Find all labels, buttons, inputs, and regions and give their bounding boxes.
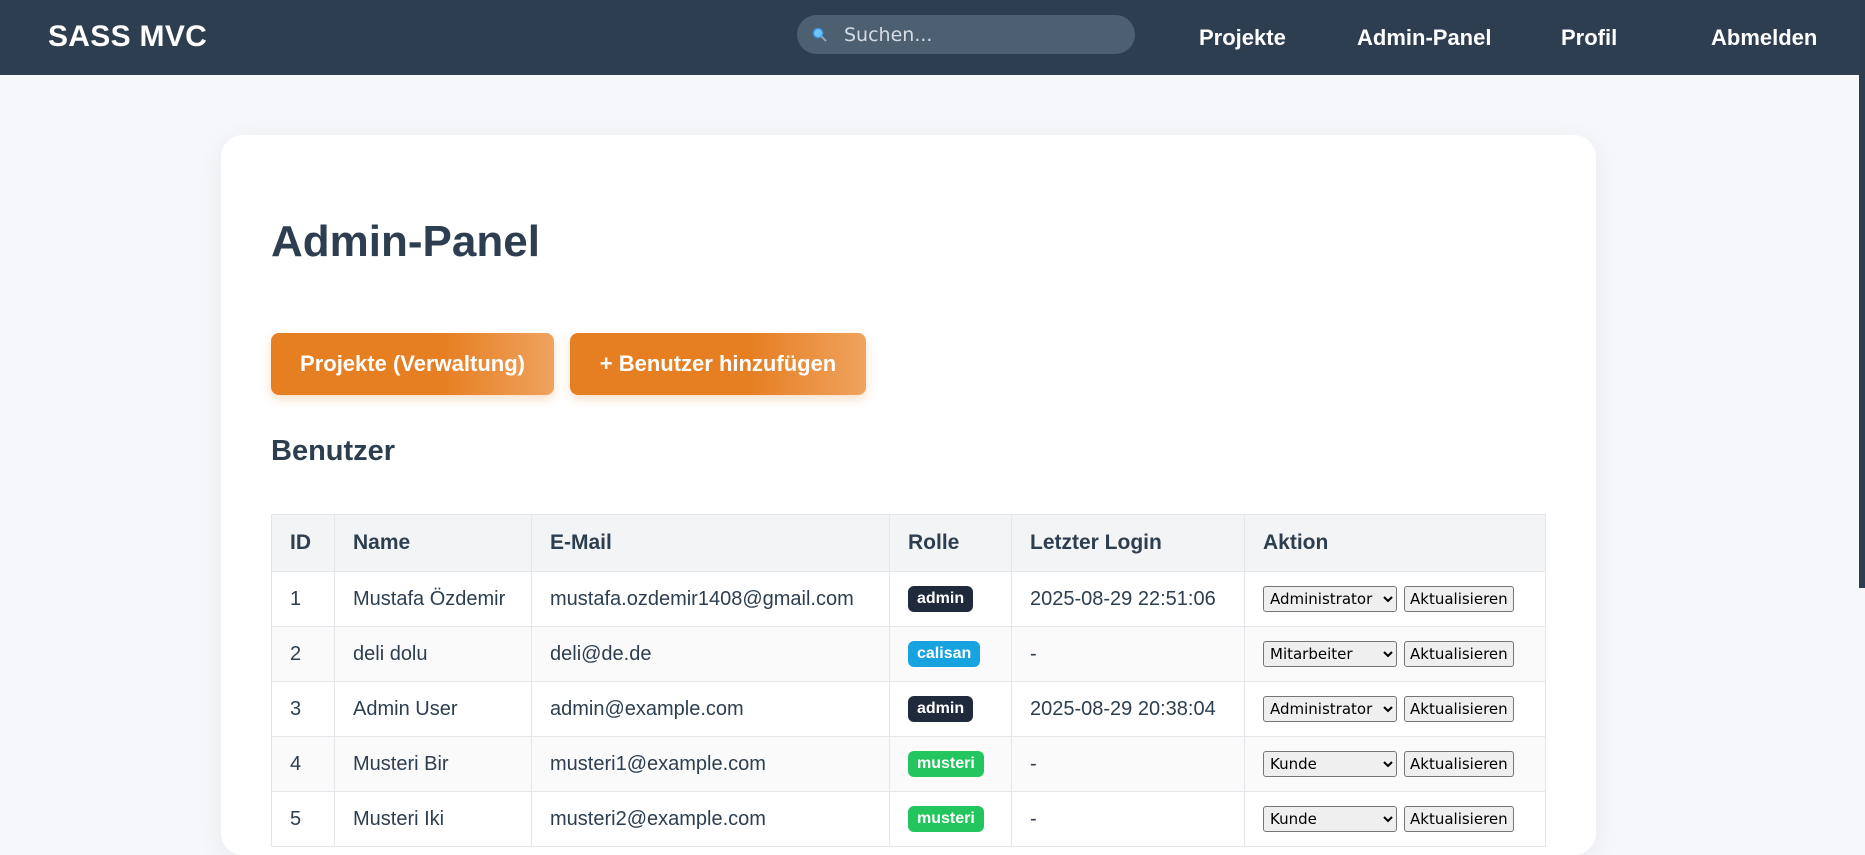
role-select[interactable]: Kunde bbox=[1263, 751, 1397, 777]
header-action: Aktion bbox=[1244, 514, 1546, 572]
header-last-login: Letzter Login bbox=[1011, 514, 1245, 572]
nav-link-logout[interactable]: Abmelden bbox=[1711, 25, 1817, 51]
add-user-button[interactable]: + Benutzer hinzufügen bbox=[570, 333, 866, 395]
update-button[interactable]: Aktualisieren bbox=[1404, 696, 1514, 722]
role-select[interactable]: Kunde bbox=[1263, 806, 1397, 832]
cell-action: Administrator Aktualisieren bbox=[1244, 571, 1546, 627]
update-button[interactable]: Aktualisieren bbox=[1404, 586, 1514, 612]
top-navbar: SASS MVC Projekte Admin-Panel Profil Abm… bbox=[0, 0, 1865, 75]
cell-role: musteri bbox=[889, 736, 1012, 792]
header-role: Rolle bbox=[889, 514, 1012, 572]
admin-card: Admin-Panel Projekte (Verwaltung) + Benu… bbox=[221, 135, 1596, 855]
cell-role: admin bbox=[889, 681, 1012, 737]
nav-link-profile[interactable]: Profil bbox=[1561, 25, 1617, 51]
page-title: Admin-Panel bbox=[271, 217, 540, 266]
cell-email: mustafa.ozdemir1408@gmail.com bbox=[531, 571, 890, 627]
nav-link-admin-panel[interactable]: Admin-Panel bbox=[1357, 25, 1491, 51]
table-row: 3 Admin User admin@example.com admin 202… bbox=[271, 681, 1546, 737]
nav-link-projects[interactable]: Projekte bbox=[1199, 25, 1286, 51]
table-row: 4 Musteri Bir musteri1@example.com muste… bbox=[271, 736, 1546, 792]
scrollbar[interactable] bbox=[1859, 0, 1865, 588]
cell-id: 2 bbox=[271, 626, 335, 682]
role-select[interactable]: Administrator bbox=[1263, 696, 1397, 722]
cell-role: calisan bbox=[889, 626, 1012, 682]
cell-action: Kunde Aktualisieren bbox=[1244, 736, 1546, 792]
cell-role: musteri bbox=[889, 791, 1012, 847]
cell-name: Musteri Iki bbox=[334, 791, 532, 847]
cell-name: deli dolu bbox=[334, 626, 532, 682]
header-id: ID bbox=[271, 514, 335, 572]
search-icon bbox=[812, 27, 827, 42]
table-header-row: ID Name E-Mail Rolle Letzter Login Aktio… bbox=[271, 514, 1546, 572]
cell-email: admin@example.com bbox=[531, 681, 890, 737]
role-select[interactable]: Administrator bbox=[1263, 586, 1397, 612]
table-row: 1 Mustafa Özdemir mustafa.ozdemir1408@gm… bbox=[271, 571, 1546, 627]
cell-email: musteri2@example.com bbox=[531, 791, 890, 847]
projects-management-button[interactable]: Projekte (Verwaltung) bbox=[271, 333, 554, 395]
table-row: 5 Musteri Iki musteri2@example.com muste… bbox=[271, 791, 1546, 847]
update-button[interactable]: Aktualisieren bbox=[1404, 806, 1514, 832]
cell-id: 5 bbox=[271, 791, 335, 847]
users-section-title: Benutzer bbox=[271, 435, 396, 467]
role-badge: calisan bbox=[908, 641, 981, 667]
cell-last-login: - bbox=[1011, 736, 1245, 792]
cell-name: Admin User bbox=[334, 681, 532, 737]
brand-logo[interactable]: SASS MVC bbox=[48, 20, 207, 54]
cell-id: 4 bbox=[271, 736, 335, 792]
users-table: ID Name E-Mail Rolle Letzter Login Aktio… bbox=[271, 514, 1546, 847]
cell-name: Musteri Bir bbox=[334, 736, 532, 792]
cell-id: 1 bbox=[271, 571, 335, 627]
update-button[interactable]: Aktualisieren bbox=[1404, 751, 1514, 777]
cell-last-login: 2025-08-29 22:51:06 bbox=[1011, 571, 1245, 627]
cell-action: Administrator Aktualisieren bbox=[1244, 681, 1546, 737]
cell-last-login: - bbox=[1011, 791, 1245, 847]
cell-last-login: - bbox=[1011, 626, 1245, 682]
header-name: Name bbox=[334, 514, 532, 572]
role-badge: admin bbox=[908, 696, 974, 722]
role-badge: musteri bbox=[908, 806, 984, 832]
cell-id: 3 bbox=[271, 681, 335, 737]
cell-action: Mitarbeiter Aktualisieren bbox=[1244, 626, 1546, 682]
role-select[interactable]: Mitarbeiter bbox=[1263, 641, 1397, 667]
cell-email: musteri1@example.com bbox=[531, 736, 890, 792]
search-box[interactable] bbox=[797, 15, 1135, 54]
cell-last-login: 2025-08-29 20:38:04 bbox=[1011, 681, 1245, 737]
role-badge: admin bbox=[908, 586, 974, 612]
search-input[interactable] bbox=[842, 19, 1122, 50]
role-badge: musteri bbox=[908, 751, 984, 777]
cell-name: Mustafa Özdemir bbox=[334, 571, 532, 627]
cell-email: deli@de.de bbox=[531, 626, 890, 682]
header-email: E-Mail bbox=[531, 514, 890, 572]
cell-action: Kunde Aktualisieren bbox=[1244, 791, 1546, 847]
cell-role: admin bbox=[889, 571, 1012, 627]
update-button[interactable]: Aktualisieren bbox=[1404, 641, 1514, 667]
table-row: 2 deli dolu deli@de.de calisan - Mitarbe… bbox=[271, 626, 1546, 682]
